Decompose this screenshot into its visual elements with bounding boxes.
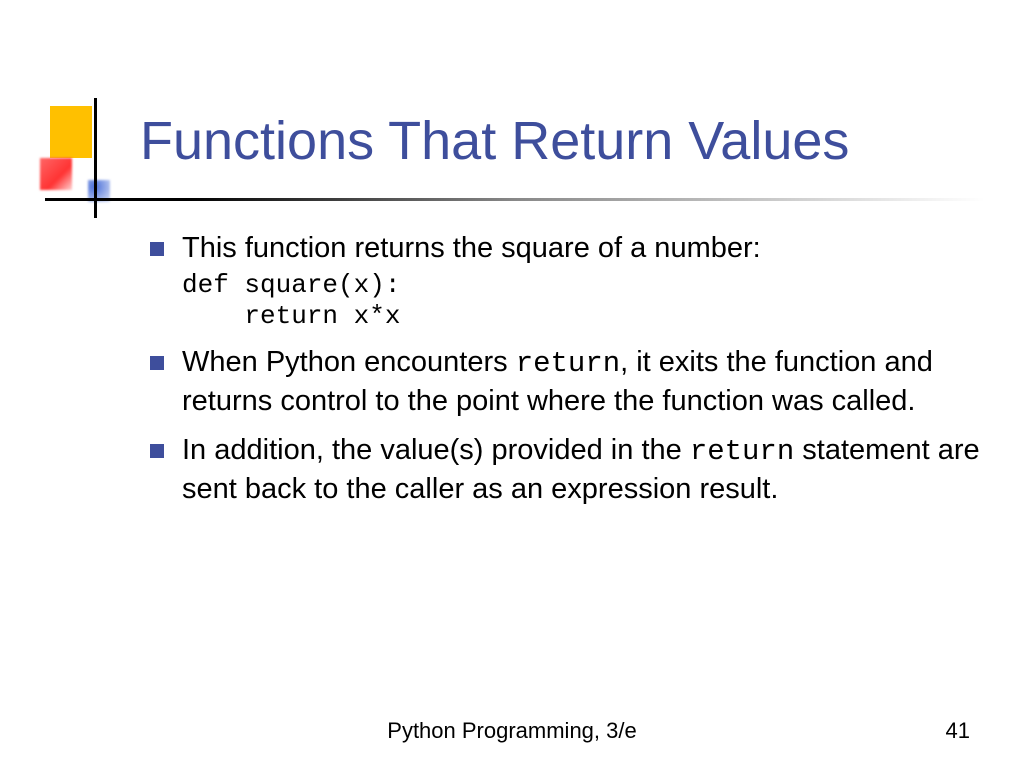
bullet-text: When Python encounters return, it exits …: [182, 344, 980, 420]
bullet-icon: [150, 242, 164, 256]
code-inline: return: [516, 347, 620, 380]
bullet-icon: [150, 444, 164, 458]
text-fragment: When Python encounters: [182, 346, 516, 378]
decoration-red-box: [40, 158, 72, 190]
slide-content: This function returns the square of a nu…: [150, 230, 980, 521]
bullet-icon: [150, 356, 164, 370]
title-underline: [45, 198, 985, 201]
slide-title: Functions That Return Values: [140, 110, 849, 172]
text-fragment: In addition, the value(s) provided in th…: [182, 434, 690, 466]
code-block: def square(x): return x*x: [182, 270, 761, 332]
page-number: 41: [946, 718, 970, 744]
bullet-text: This function returns the square of a nu…: [182, 230, 761, 332]
code-inline: return: [690, 435, 794, 468]
bullet-item-3: In addition, the value(s) provided in th…: [150, 432, 980, 508]
slide-decoration: [40, 106, 112, 202]
bullet-item-1: This function returns the square of a nu…: [150, 230, 980, 332]
bullet-item-2: When Python encounters return, it exits …: [150, 344, 980, 420]
decoration-yellow-box: [50, 106, 92, 158]
footer-text: Python Programming, 3/e: [0, 718, 1024, 744]
bullet-text: In addition, the value(s) provided in th…: [182, 432, 980, 508]
bullet-text-line: This function returns the square of a nu…: [182, 232, 761, 264]
